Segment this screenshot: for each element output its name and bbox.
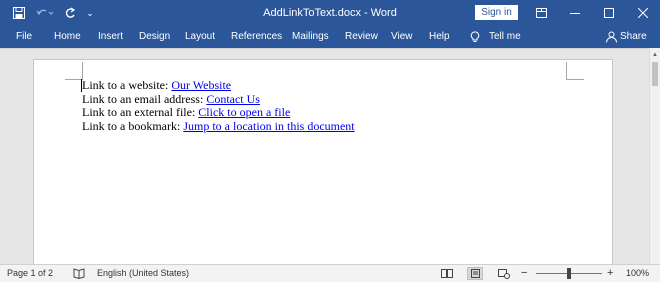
zoom-level[interactable]: 100% [626,265,649,282]
page-count[interactable]: Page 1 of 2 [7,265,53,282]
redo-icon[interactable] [62,0,78,26]
document-body: Link to a website: Our Website Link to a… [82,78,355,134]
print-layout-icon[interactable] [467,267,483,280]
scroll-thumb[interactable] [652,62,658,86]
vertical-scrollbar[interactable]: ▲ [649,48,660,264]
status-bar: Page 1 of 2 English (United States) − + … [0,264,660,282]
language[interactable]: English (United States) [97,265,189,282]
zoom-out-icon[interactable]: − [521,265,527,282]
zoom-in-icon[interactable]: + [607,265,613,282]
web-layout-icon[interactable] [496,267,512,280]
sign-in-button[interactable]: Sign in [475,5,518,20]
zoom-slider-thumb[interactable] [567,268,571,279]
undo-icon[interactable] [34,0,56,26]
tab-design[interactable]: Design [139,26,170,48]
close-icon[interactable] [626,0,660,26]
tab-layout[interactable]: Layout [185,26,215,48]
tab-insert[interactable]: Insert [98,26,123,48]
read-mode-icon[interactable] [439,267,455,280]
tab-home[interactable]: Home [54,26,81,48]
document-canvas: Link to a website: Our Website Link to a… [0,48,649,269]
paragraph: Link to a bookmark: Jump to a location i… [82,118,355,134]
bookmark-link[interactable]: Jump to a location in this document [183,119,354,133]
tab-mailings[interactable]: Mailings [292,26,329,48]
paragraph: Link to an email address: Contact Us [82,91,355,107]
line-prefix: Link to an external file: [82,105,199,119]
email-link[interactable]: Contact Us [206,92,260,106]
person-icon[interactable] [606,26,618,48]
save-icon[interactable] [10,0,28,26]
line-prefix: Link to an email address: [82,91,207,106]
document-page[interactable]: Link to a website: Our Website Link to a… [33,59,613,269]
ribbon-tabs: File Home Insert Design Layout Reference… [0,26,660,48]
scroll-up-icon[interactable]: ▲ [650,50,660,60]
crop-mark [566,62,584,80]
crop-mark [65,62,83,80]
tab-help[interactable]: Help [429,26,450,48]
customize-icon[interactable]: ⌄ [84,0,96,26]
maximize-icon[interactable] [592,0,626,26]
paragraph: Link to a website: Our Website [82,78,355,93]
share-button[interactable]: Share [620,26,647,48]
title-bar: ⌄ AddLinkToText.docx - Word Sign in [0,0,660,26]
proofing-icon[interactable] [73,268,85,280]
paragraph: Link to an external file: Click to open … [82,105,355,120]
line-prefix: Link to a website: [82,78,172,92]
tab-references[interactable]: References [231,26,282,48]
line-prefix: Link to a bookmark: [82,118,184,133]
lightbulb-icon[interactable] [470,26,480,48]
tab-file[interactable]: File [16,26,32,48]
file-link[interactable]: Click to open a file [198,105,290,119]
tell-me-search[interactable]: Tell me [489,26,521,48]
tab-view[interactable]: View [391,26,413,48]
ribbon-display-icon[interactable] [524,0,558,26]
website-link[interactable]: Our Website [171,78,231,92]
minimize-icon[interactable] [558,0,592,26]
tab-review[interactable]: Review [345,26,378,48]
